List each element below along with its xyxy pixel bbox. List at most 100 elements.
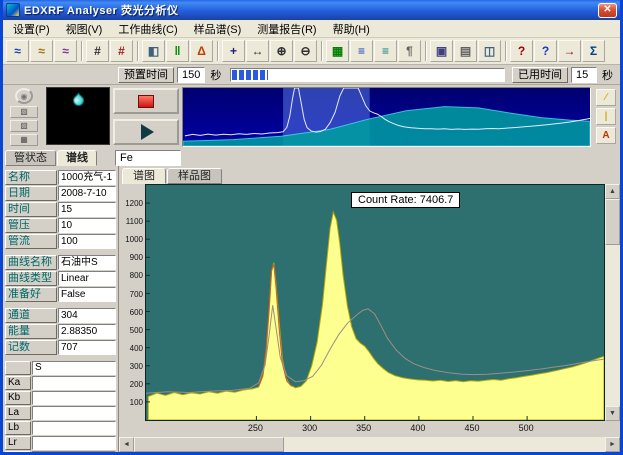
- scroll-down-icon[interactable]: ▼: [605, 406, 620, 421]
- scroll-right-icon[interactable]: ►: [605, 437, 620, 452]
- toolbar-separator: [505, 41, 507, 61]
- exit-icon: →: [564, 44, 576, 58]
- zoom-out-button[interactable]: ⊖: [294, 40, 317, 62]
- preset-time-value: 150: [177, 67, 205, 83]
- measure-progress-bar: [230, 68, 505, 82]
- line-value: [32, 406, 116, 420]
- help-book-button[interactable]: ?: [510, 40, 533, 62]
- spectrum-save-button[interactable]: ≈: [30, 40, 53, 62]
- marker-peak-button[interactable]: A: [596, 127, 616, 144]
- equalizer-icon: ‖: [175, 44, 181, 58]
- stop-button[interactable]: [113, 88, 179, 114]
- list-button[interactable]: ≡: [350, 40, 373, 62]
- y-tick-label: 1100: [126, 217, 143, 226]
- scroll-left-icon[interactable]: ◄: [119, 437, 134, 452]
- table-button[interactable]: ▦: [326, 40, 349, 62]
- element-field[interactable]: Fe: [115, 150, 181, 166]
- info-value: 2.88350: [58, 324, 116, 339]
- copy-icon: ◫: [484, 44, 495, 58]
- info-label: 管流: [5, 234, 57, 249]
- y-tick-label: 100: [130, 398, 143, 407]
- info-value: 304: [58, 308, 116, 323]
- toolbar-separator: [81, 41, 83, 61]
- info-label: 能量: [5, 324, 57, 339]
- preview-marker-column: ∕ | A: [594, 87, 618, 147]
- spectrum-plot[interactable]: Count Rate: 7406.7: [145, 184, 605, 421]
- y-axis-labels: 100200300400500600700800900100011001200: [119, 184, 145, 421]
- close-icon[interactable]: ✕: [598, 3, 617, 18]
- spectrum-overlay-button[interactable]: ≈: [54, 40, 77, 62]
- lines-table-row: Kb: [5, 391, 116, 405]
- lines-table-row: Lr: [5, 436, 116, 450]
- zoom-in-button[interactable]: ⊕: [270, 40, 293, 62]
- info-label: 记数: [5, 340, 57, 355]
- marker-button[interactable]: +: [222, 40, 245, 62]
- zoom-in-icon: ⊕: [276, 44, 286, 58]
- horizontal-scroll-thumb[interactable]: [134, 437, 284, 452]
- aux-button-1-icon: ▨: [20, 107, 28, 116]
- x-tick-label: 300: [297, 423, 323, 433]
- smooth-button[interactable]: Δ: [190, 40, 213, 62]
- save-button[interactable]: ▣: [430, 40, 453, 62]
- menu-item-4[interactable]: 测量报告(R): [249, 20, 324, 38]
- info-row: 时间15: [5, 202, 116, 217]
- print-button[interactable]: ▤: [454, 40, 477, 62]
- marker-slope-button[interactable]: ∕: [596, 89, 616, 106]
- report-button[interactable]: ≡: [374, 40, 397, 62]
- line-value: In: [32, 451, 116, 452]
- menu-item-0[interactable]: 设置(P): [5, 20, 58, 38]
- run-button-column: [113, 87, 179, 147]
- context-help-button[interactable]: ?: [534, 40, 557, 62]
- expand-x-button[interactable]: ↔: [246, 40, 269, 62]
- chart-vertical-scrollbar[interactable]: ▲ ▼: [605, 184, 620, 421]
- info-label: 通道: [5, 308, 57, 323]
- calibrate-energy-button[interactable]: #: [86, 40, 109, 62]
- side-tab-0[interactable]: 管状态: [5, 150, 56, 166]
- aux-button-3[interactable]: ▦: [10, 134, 38, 146]
- toolbar: ≈≈≈##◧‖Δ+↔⊕⊖▦≡≡¶▣▤◫??→Σ: [3, 38, 620, 65]
- chart-tab-1[interactable]: 样品图: [167, 168, 222, 184]
- palette-button[interactable]: ◧: [142, 40, 165, 62]
- exit-button[interactable]: →: [558, 40, 581, 62]
- line-label: Lb: [5, 421, 31, 435]
- spectrum-open-button[interactable]: ≈: [6, 40, 29, 62]
- side-tabs-row: 管状态谱线 Fe: [3, 149, 620, 166]
- lamp-button[interactable]: ◉: [15, 88, 33, 104]
- info-value: False: [58, 287, 116, 302]
- app-window: EDXRF Analyser 荧光分析仪 ✕ 设置(P)视图(V)工作曲线(C)…: [0, 0, 623, 455]
- marker-peak-icon: A: [602, 130, 609, 141]
- start-button[interactable]: [113, 119, 179, 145]
- calibrate-peak-button[interactable]: #: [110, 40, 133, 62]
- x-tick-label: 400: [405, 423, 431, 433]
- count-rate-tooltip: Count Rate: 7406.7: [351, 192, 460, 208]
- expand-x-icon: ↔: [252, 44, 264, 58]
- line-label: Kb: [5, 391, 31, 405]
- aux-button-2[interactable]: ▧: [10, 120, 38, 132]
- side-tab-1[interactable]: 谱线: [57, 150, 97, 166]
- chart-horizontal-scrollbar[interactable]: ◄ ►: [119, 437, 620, 452]
- vertical-scroll-thumb[interactable]: [605, 199, 620, 245]
- vertical-scroll-track[interactable]: [605, 245, 620, 406]
- info-row: 管压10: [5, 218, 116, 233]
- stats-button[interactable]: Σ: [582, 40, 605, 62]
- aux-button-3-icon: ▦: [20, 135, 28, 144]
- menu-item-3[interactable]: 样品谱(S): [186, 20, 250, 38]
- menu-item-5[interactable]: 帮助(H): [325, 20, 378, 38]
- chart-tab-0[interactable]: 谱图: [122, 168, 166, 184]
- marker-line-button[interactable]: |: [596, 108, 616, 125]
- y-tick-label: 500: [130, 326, 143, 335]
- lines-table-row: Ka: [5, 376, 116, 390]
- menu-item-2[interactable]: 工作曲线(C): [110, 20, 185, 38]
- line-label: Lr: [5, 436, 31, 450]
- info-value: 石油中S: [58, 255, 116, 270]
- y-tick-label: 900: [130, 253, 143, 262]
- copy-button[interactable]: ◫: [478, 40, 501, 62]
- stop-icon: [138, 95, 154, 108]
- aux-button-1[interactable]: ▨: [10, 106, 38, 118]
- info-row: 日期2008-7-10: [5, 186, 116, 201]
- notes-button[interactable]: ¶: [398, 40, 421, 62]
- scroll-up-icon[interactable]: ▲: [605, 184, 620, 199]
- equalizer-button[interactable]: ‖: [166, 40, 189, 62]
- menu-item-1[interactable]: 视图(V): [58, 20, 111, 38]
- play-icon: [141, 124, 154, 140]
